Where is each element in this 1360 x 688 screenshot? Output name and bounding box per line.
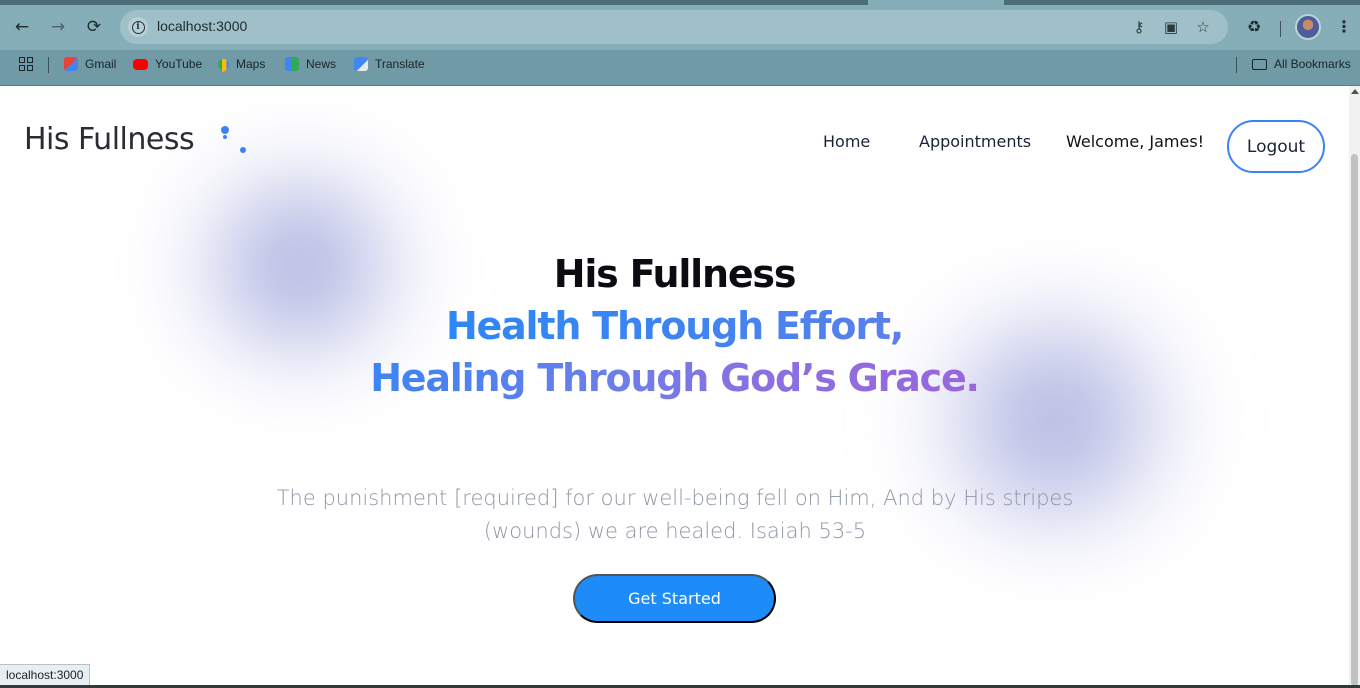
bookmark-label: YouTube <box>155 57 203 71</box>
page-viewport: His Fullness Home Appointments Welcome, … <box>0 86 1360 688</box>
scroll-up-arrow-icon[interactable] <box>1351 89 1359 94</box>
bookmarks-divider-right <box>1236 57 1237 73</box>
extensions-icon[interactable]: ♻ <box>1243 16 1265 38</box>
profile-avatar[interactable] <box>1295 14 1321 40</box>
apps-grid-icon[interactable] <box>19 57 33 71</box>
bookmark-news[interactable]: News <box>285 57 336 71</box>
menu-kebab-icon[interactable]: ⋮ <box>1333 16 1355 38</box>
folder-icon <box>1252 58 1267 70</box>
bookmark-gmail[interactable]: Gmail <box>64 57 116 71</box>
translate-icon <box>354 57 368 71</box>
all-bookmarks[interactable]: All Bookmarks <box>1252 57 1351 71</box>
browser-chrome: ← → ⟳ i localhost:3000 ⚷ ▣ ☆ ♻ ⋮ Gmail Y… <box>0 0 1360 86</box>
site-logo[interactable]: His Fullness <box>24 122 195 157</box>
address-bar[interactable]: i localhost:3000 ⚷ ▣ ☆ <box>120 10 1228 44</box>
news-icon <box>285 57 299 71</box>
gmail-icon <box>64 57 78 71</box>
reload-icon[interactable]: ⟳ <box>83 16 105 38</box>
back-icon[interactable]: ← <box>11 16 33 38</box>
logo-dot-icon <box>221 126 229 139</box>
browser-toolbar: ← → ⟳ i localhost:3000 ⚷ ▣ ☆ ♻ ⋮ <box>0 5 1360 50</box>
get-started-button[interactable]: Get Started <box>573 574 776 623</box>
bookmark-youtube[interactable]: YouTube <box>133 57 202 71</box>
bookmarks-divider <box>48 57 49 73</box>
maps-pin-icon <box>215 56 232 72</box>
bookmark-label: News <box>306 57 337 71</box>
logo-period-icon <box>240 147 246 153</box>
bookmark-star-icon[interactable]: ☆ <box>1194 18 1212 36</box>
hero-subtitle-line-2-wrap: Healing Through God’s Grace. <box>0 356 1349 400</box>
bookmark-label: Maps <box>236 57 266 71</box>
address-bar-url[interactable]: localhost:3000 <box>157 18 247 34</box>
scroll-thumb[interactable] <box>1351 154 1358 686</box>
logout-button[interactable]: Logout <box>1227 120 1325 173</box>
bookmarks-bar: Gmail YouTube Maps News Translate All Bo… <box>0 50 1360 80</box>
forward-icon[interactable]: → <box>47 16 69 38</box>
all-bookmarks-label: All Bookmarks <box>1274 57 1351 71</box>
hero-subtitle-line-2: Healing Through God’s Grace. <box>370 356 980 400</box>
hero-subtitle-line-1-wrap: Health Through Effort, <box>0 304 1349 348</box>
youtube-icon <box>133 58 148 70</box>
site-info-icon[interactable]: i <box>128 17 148 37</box>
hero-subtitle-line-1: Health Through Effort, <box>445 304 904 348</box>
welcome-message: Welcome, James! <box>1066 132 1205 151</box>
toolbar-divider <box>1280 21 1281 37</box>
bookmark-maps[interactable]: Maps <box>215 56 266 72</box>
install-app-icon[interactable]: ▣ <box>1162 18 1180 36</box>
bookmark-label: Gmail <box>85 57 117 71</box>
status-bubble: localhost:3000 <box>0 664 91 685</box>
nav-home[interactable]: Home <box>823 132 870 151</box>
nav-appointments[interactable]: Appointments <box>919 132 1031 151</box>
hero-title: His Fullness <box>553 252 797 296</box>
bookmark-translate[interactable]: Translate <box>354 57 425 71</box>
page-scrollbar[interactable] <box>1349 86 1360 688</box>
bookmark-label: Translate <box>375 57 425 71</box>
password-key-icon[interactable]: ⚷ <box>1130 18 1148 36</box>
scripture-verse: The punishment [required] for our well-b… <box>276 486 1074 543</box>
